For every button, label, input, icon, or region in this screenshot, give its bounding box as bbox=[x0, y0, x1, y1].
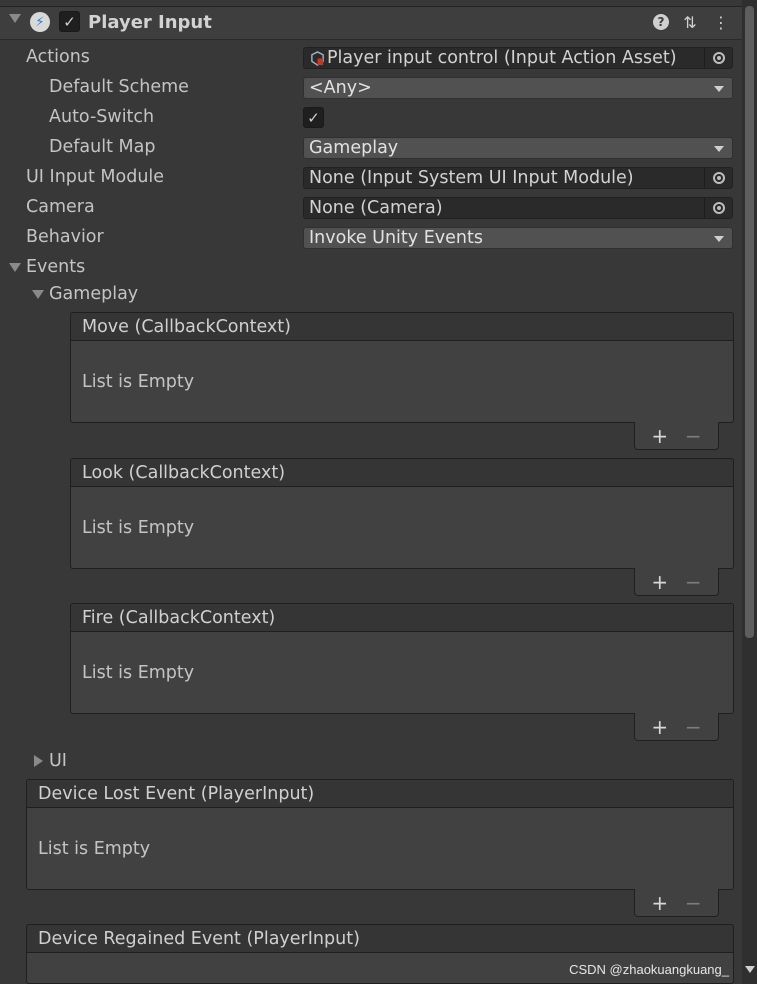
add-element-button[interactable]: + bbox=[651, 715, 668, 739]
ui-input-module-value: None (Input System UI Input Module) bbox=[309, 168, 634, 188]
add-element-button[interactable]: + bbox=[651, 891, 668, 915]
gameplay-foldout-arrow-icon[interactable] bbox=[32, 290, 44, 299]
object-picker-icon bbox=[712, 172, 725, 184]
scrollbar-thumb[interactable] bbox=[745, 6, 754, 638]
add-element-button[interactable]: + bbox=[651, 424, 668, 448]
dropdown-arrow-icon bbox=[714, 236, 724, 242]
default-map-label: Default Map bbox=[49, 137, 156, 157]
actions-field[interactable]: Player input control (Input Action Asset… bbox=[303, 47, 733, 69]
ui-input-module-label: UI Input Module bbox=[26, 167, 165, 187]
ui-foldout-label[interactable]: UI bbox=[49, 751, 67, 771]
remove-element-button[interactable]: − bbox=[685, 570, 702, 594]
input-action-asset-icon bbox=[309, 50, 325, 66]
default-scheme-dropdown[interactable]: <Any> bbox=[303, 77, 733, 99]
collapse-arrow-icon[interactable] bbox=[9, 14, 21, 23]
list-empty-text: List is Empty bbox=[38, 838, 151, 859]
list-empty-text: List is Empty bbox=[82, 662, 195, 683]
ui-foldout-arrow-icon[interactable] bbox=[34, 755, 43, 767]
remove-element-button[interactable]: − bbox=[685, 424, 702, 448]
move-event-list: List is Empty bbox=[70, 341, 734, 423]
watermark-text: CSDN @zhaokuangkuang_ bbox=[569, 962, 729, 977]
actions-picker-button[interactable] bbox=[704, 48, 732, 68]
scroll-down-arrow-icon[interactable] bbox=[745, 966, 755, 973]
device-regained-event-title: Device Regained Event (PlayerInput) bbox=[38, 928, 360, 949]
object-picker-icon bbox=[712, 52, 725, 64]
fire-event-header: Fire (CallbackContext) bbox=[70, 603, 734, 632]
list-empty-text: List is Empty bbox=[82, 371, 195, 392]
gameplay-foldout-label[interactable]: Gameplay bbox=[49, 284, 138, 304]
help-icon: ? bbox=[653, 14, 669, 30]
behavior-value: Invoke Unity Events bbox=[309, 228, 483, 248]
input-action-icon: ⚡ bbox=[30, 12, 50, 32]
fire-list-controls: + − bbox=[634, 713, 719, 741]
move-list-controls: + − bbox=[634, 422, 719, 450]
ui-input-module-field[interactable]: None (Input System UI Input Module) bbox=[303, 167, 733, 189]
remove-element-button[interactable]: − bbox=[685, 715, 702, 739]
behavior-dropdown[interactable]: Invoke Unity Events bbox=[303, 227, 733, 249]
actions-value: Player input control (Input Action Asset… bbox=[327, 48, 677, 68]
add-element-button[interactable]: + bbox=[651, 570, 668, 594]
list-empty-text: List is Empty bbox=[82, 517, 195, 538]
device-lost-list-controls: + − bbox=[634, 889, 719, 917]
device-lost-event-header: Device Lost Event (PlayerInput) bbox=[26, 779, 734, 808]
behavior-label: Behavior bbox=[26, 227, 104, 247]
dropdown-arrow-icon bbox=[714, 86, 724, 92]
device-lost-event-title: Device Lost Event (PlayerInput) bbox=[38, 783, 315, 804]
events-foldout-label[interactable]: Events bbox=[26, 257, 85, 277]
camera-picker-button[interactable] bbox=[704, 198, 732, 218]
device-lost-event-list: List is Empty bbox=[26, 808, 734, 890]
kebab-menu-icon: ⋮ bbox=[713, 12, 729, 32]
default-map-dropdown[interactable]: Gameplay bbox=[303, 137, 733, 159]
help-button[interactable]: ? bbox=[651, 11, 671, 33]
events-foldout-arrow-icon[interactable] bbox=[9, 263, 21, 272]
remove-element-button[interactable]: − bbox=[685, 891, 702, 915]
auto-switch-label: Auto-Switch bbox=[49, 107, 155, 127]
component-menu-button[interactable]: ⋮ bbox=[711, 11, 731, 33]
move-event-title: Move (CallbackContext) bbox=[82, 316, 291, 337]
auto-switch-checkbox[interactable]: ✓ bbox=[303, 107, 324, 128]
presets-icon: ⇅ bbox=[683, 12, 697, 32]
actions-label: Actions bbox=[26, 47, 90, 67]
device-regained-event-header: Device Regained Event (PlayerInput) bbox=[26, 924, 734, 953]
fire-event-list: List is Empty bbox=[70, 632, 734, 714]
component-title: Player Input bbox=[88, 12, 212, 33]
look-list-controls: + − bbox=[634, 568, 719, 596]
object-picker-icon bbox=[712, 202, 725, 214]
look-event-header: Look (CallbackContext) bbox=[70, 458, 734, 487]
camera-value: None (Camera) bbox=[309, 198, 443, 218]
component-enabled-checkbox[interactable]: ✓ bbox=[59, 11, 80, 32]
default-scheme-label: Default Scheme bbox=[49, 77, 189, 97]
ui-input-module-picker-button[interactable] bbox=[704, 168, 732, 188]
default-map-value: Gameplay bbox=[309, 138, 399, 158]
look-event-title: Look (CallbackContext) bbox=[82, 462, 286, 483]
move-event-header: Move (CallbackContext) bbox=[70, 312, 734, 341]
camera-label: Camera bbox=[26, 197, 95, 217]
dropdown-arrow-icon bbox=[714, 146, 724, 152]
default-scheme-value: <Any> bbox=[309, 78, 372, 98]
fire-event-title: Fire (CallbackContext) bbox=[82, 607, 276, 628]
presets-button[interactable]: ⇅ bbox=[680, 11, 700, 33]
look-event-list: List is Empty bbox=[70, 487, 734, 569]
camera-field[interactable]: None (Camera) bbox=[303, 197, 733, 219]
